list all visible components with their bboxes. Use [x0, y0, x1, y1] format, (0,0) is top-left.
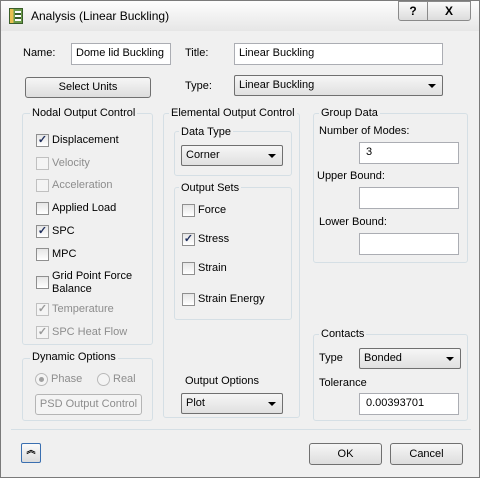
nodal-output-title: Nodal Output Control — [30, 107, 138, 119]
force-label: Force — [198, 204, 227, 216]
upper-bound-field[interactable] — [359, 187, 459, 209]
velocity-label: Velocity — [52, 157, 90, 169]
elemental-output-title: Elemental Output Control — [169, 107, 297, 119]
acceleration-label: Acceleration — [52, 179, 113, 191]
chevron-down-icon — [268, 154, 276, 158]
phase-label: Phase — [51, 373, 83, 385]
group-data-title: Group Data — [319, 107, 380, 119]
contact-type-value: Bonded — [364, 352, 402, 364]
ok-button[interactable]: OK — [309, 443, 382, 465]
name-label: Name: — [23, 47, 56, 59]
output-options-value: Plot — [186, 397, 205, 409]
data-type-title: Data Type — [179, 126, 233, 138]
force-checkbox[interactable] — [182, 204, 195, 217]
grid-point-force-checkbox[interactable] — [36, 276, 49, 289]
select-units-button[interactable]: Select Units — [25, 77, 151, 98]
strain-energy-checkbox[interactable] — [182, 293, 195, 306]
title-label: Title: — [185, 47, 209, 59]
stress-checkbox[interactable]: ✓ — [182, 233, 195, 246]
output-options-label: Output Options — [185, 375, 259, 387]
mpc-label: MPC — [52, 248, 77, 260]
footer-divider — [11, 429, 471, 430]
chevron-down-icon — [446, 357, 454, 361]
app-icon — [9, 8, 23, 24]
spc-checkbox[interactable]: ✓ — [36, 225, 49, 238]
strain-label: Strain — [198, 262, 227, 274]
window-title: Analysis (Linear Buckling) — [31, 9, 170, 23]
real-radio[interactable] — [97, 373, 110, 386]
stress-label: Stress — [198, 233, 230, 245]
expand-icon[interactable]: ︽ — [21, 443, 41, 463]
close-button[interactable]: X — [427, 1, 471, 21]
output-options-select[interactable]: Plot — [181, 393, 283, 414]
strain-energy-label: Strain Energy — [198, 293, 265, 305]
real-label: Real — [113, 373, 136, 385]
tolerance-label: Tolerance — [319, 377, 367, 389]
grid-point-force-label: Grid Point Force — [52, 270, 133, 282]
title-field[interactable]: Linear Buckling — [234, 43, 443, 65]
dynamic-options-title: Dynamic Options — [30, 351, 118, 363]
psd-output-control-button[interactable]: PSD Output Control — [35, 394, 142, 415]
spc-heat-flow-label: SPC Heat Flow — [52, 326, 128, 338]
data-type-select[interactable]: Corner — [181, 145, 283, 166]
applied-load-label: Applied Load — [52, 202, 117, 214]
chevron-down-icon — [428, 84, 436, 88]
name-field[interactable]: Dome lid Buckling — [71, 43, 171, 65]
output-sets-title: Output Sets — [179, 182, 242, 194]
applied-load-checkbox[interactable] — [36, 202, 49, 215]
lower-bound-label: Lower Bound: — [319, 216, 387, 228]
type-label: Type: — [185, 80, 212, 92]
analysis-type-select[interactable]: Linear Buckling — [234, 75, 443, 96]
chevron-down-icon — [268, 402, 276, 406]
title-bar: Analysis (Linear Buckling) ? X — [1, 1, 479, 31]
temperature-label: Temperature — [52, 303, 114, 315]
help-button[interactable]: ? — [398, 1, 428, 21]
analysis-dialog: Analysis (Linear Buckling) ? X Name: Dom… — [0, 0, 480, 478]
displacement-label: Displacement — [52, 134, 119, 146]
contact-type-label: Type — [319, 352, 343, 364]
grid-point-force-label-line2: Balance — [52, 283, 92, 295]
phase-radio[interactable] — [35, 373, 48, 386]
mpc-checkbox[interactable] — [36, 248, 49, 261]
spc-heat-flow-checkbox[interactable]: ✓ — [36, 326, 49, 339]
analysis-type-value: Linear Buckling — [239, 79, 315, 91]
data-type-value: Corner — [186, 149, 220, 161]
contacts-title: Contacts — [319, 328, 367, 340]
cancel-button[interactable]: Cancel — [390, 443, 463, 465]
displacement-checkbox[interactable]: ✓ — [36, 134, 49, 147]
spc-label: SPC — [52, 225, 75, 237]
lower-bound-field[interactable] — [359, 233, 459, 255]
acceleration-checkbox[interactable] — [36, 179, 49, 192]
velocity-checkbox[interactable] — [36, 157, 49, 170]
tolerance-field[interactable]: 0.00393701 — [359, 393, 459, 415]
contact-type-select[interactable]: Bonded — [359, 348, 461, 369]
temperature-checkbox[interactable]: ✓ — [36, 303, 49, 316]
number-of-modes-label: Number of Modes: — [319, 125, 410, 137]
number-of-modes-field[interactable]: 3 — [359, 142, 459, 164]
upper-bound-label: Upper Bound: — [317, 170, 385, 182]
strain-checkbox[interactable] — [182, 262, 195, 275]
